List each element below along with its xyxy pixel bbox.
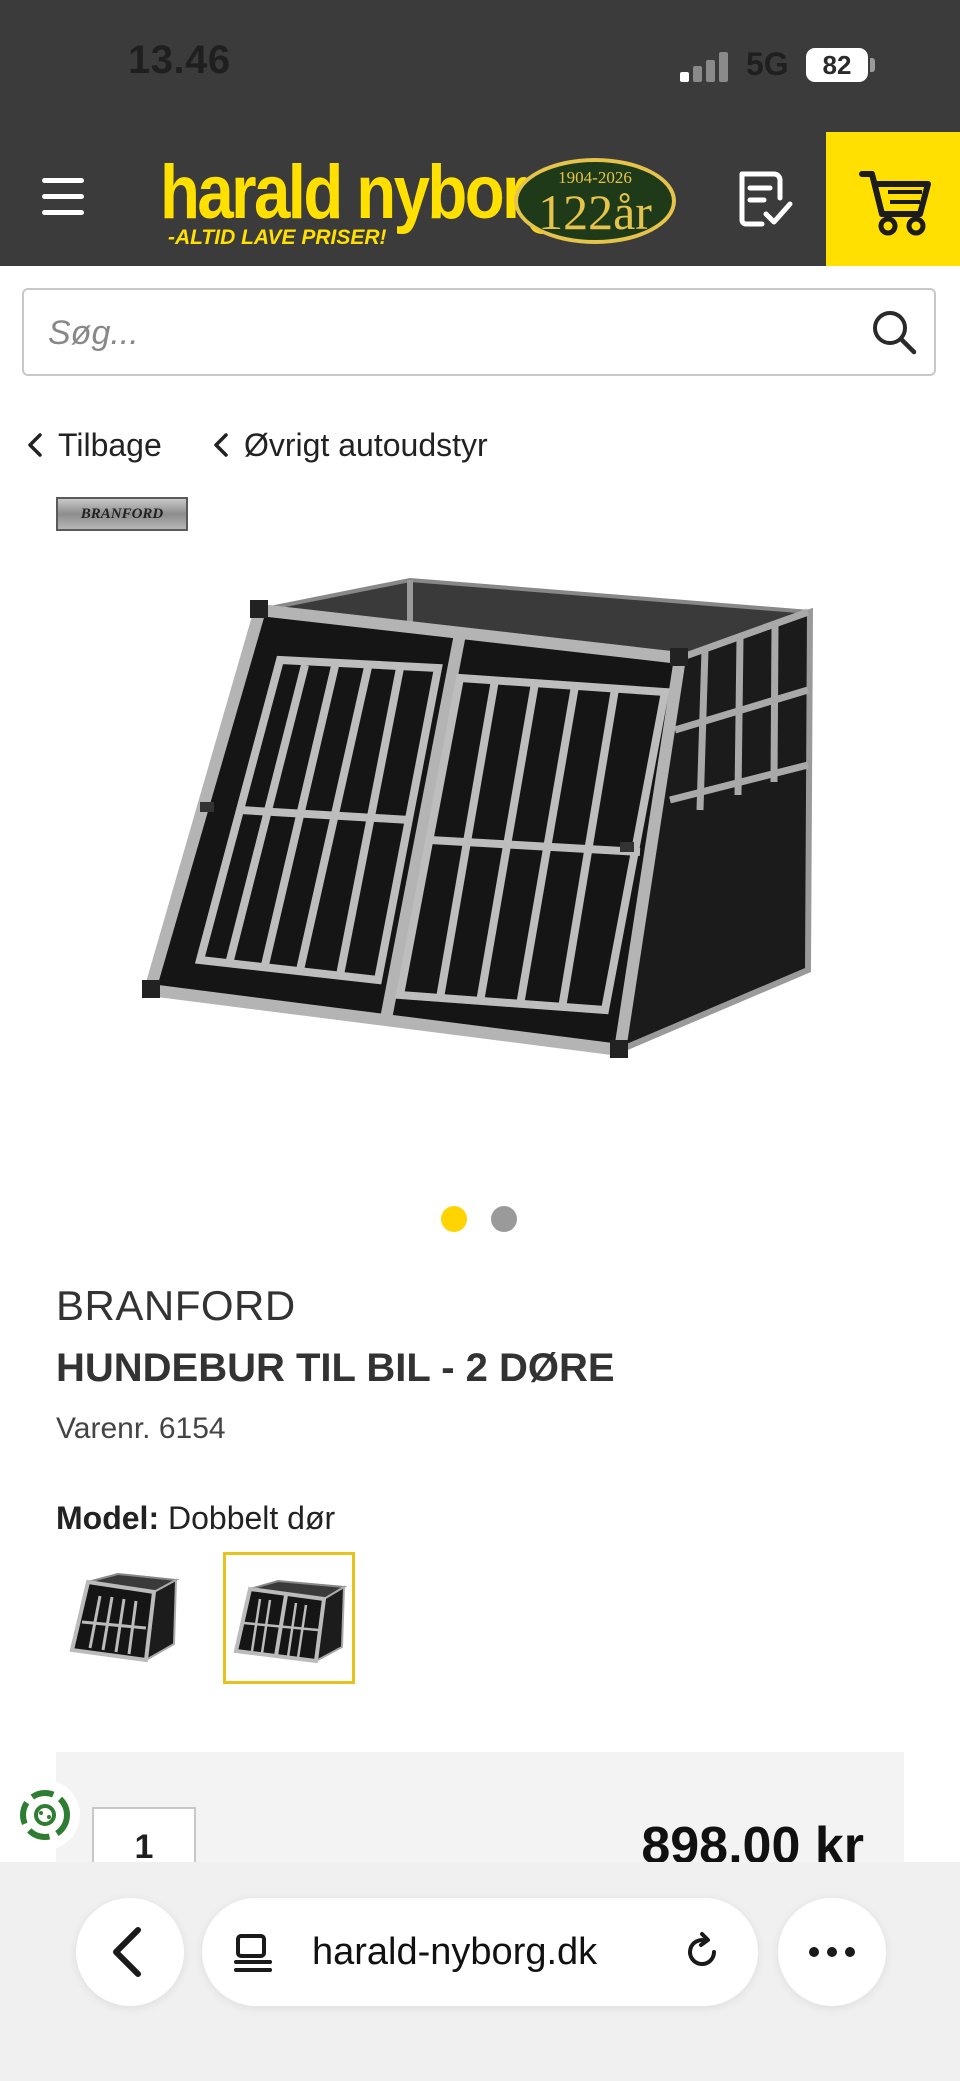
breadcrumb-back[interactable]: Tilbage: [26, 420, 162, 470]
address-bar[interactable]: harald-nyborg.dk: [202, 1898, 758, 2006]
model-selector-label: Model: Dobbelt dør: [56, 1500, 335, 1537]
carousel-dot-1[interactable]: [441, 1206, 467, 1232]
more-icon[interactable]: [778, 1898, 886, 2006]
product-sku: Varenr. 6154: [56, 1412, 226, 1445]
cart-icon[interactable]: [826, 132, 960, 266]
url-text: harald-nyborg.dk: [312, 1931, 598, 1973]
battery-tip: [870, 58, 875, 72]
reload-icon[interactable]: [680, 1930, 724, 1974]
chevron-left-icon: [28, 433, 42, 457]
logo-tagline: -ALTID LAVE PRISER!: [168, 226, 387, 249]
signal-icon: [680, 50, 732, 82]
model-value: Dobbelt dør: [167, 1500, 336, 1536]
model-label: Model:: [56, 1500, 160, 1536]
battery-icon: 82: [806, 48, 868, 82]
search-icon[interactable]: [870, 308, 918, 356]
product-title: HUNDEBUR TIL BIL - 2 DØRE: [56, 1346, 615, 1390]
checklist-icon[interactable]: [734, 168, 794, 230]
search-box: [22, 288, 936, 376]
variant-single-door[interactable]: [58, 1552, 190, 1684]
cookie-settings-icon[interactable]: [10, 1780, 80, 1850]
breadcrumb-category-label: Øvrigt autoudstyr: [244, 426, 488, 463]
back-icon[interactable]: [76, 1898, 184, 2006]
breadcrumb-back-label: Tilbage: [58, 426, 162, 463]
variant-double-door[interactable]: [223, 1552, 355, 1684]
chevron-left-icon: [214, 433, 228, 457]
search-input[interactable]: [46, 290, 850, 376]
product-image[interactable]: [100, 540, 860, 1140]
status-time: 13.46: [128, 38, 231, 82]
logo-name: harald nyborg: [160, 150, 565, 235]
menu-icon[interactable]: [42, 176, 90, 218]
site-logo[interactable]: harald nyborg -ALTID LAVE PRISER! 1904-2…: [160, 150, 700, 260]
brand-logo[interactable]: BRANFORD: [56, 497, 188, 531]
product-brand[interactable]: BRANFORD: [56, 1282, 296, 1330]
network-type: 5G: [746, 46, 789, 82]
breadcrumb-category[interactable]: Øvrigt autoudstyr: [212, 420, 488, 470]
carousel-dot-2[interactable]: [491, 1206, 517, 1232]
anniversary-badge: 1904-2026 122år: [514, 158, 676, 244]
reader-icon[interactable]: [232, 1930, 276, 1974]
badge-age: 122år: [538, 184, 652, 240]
